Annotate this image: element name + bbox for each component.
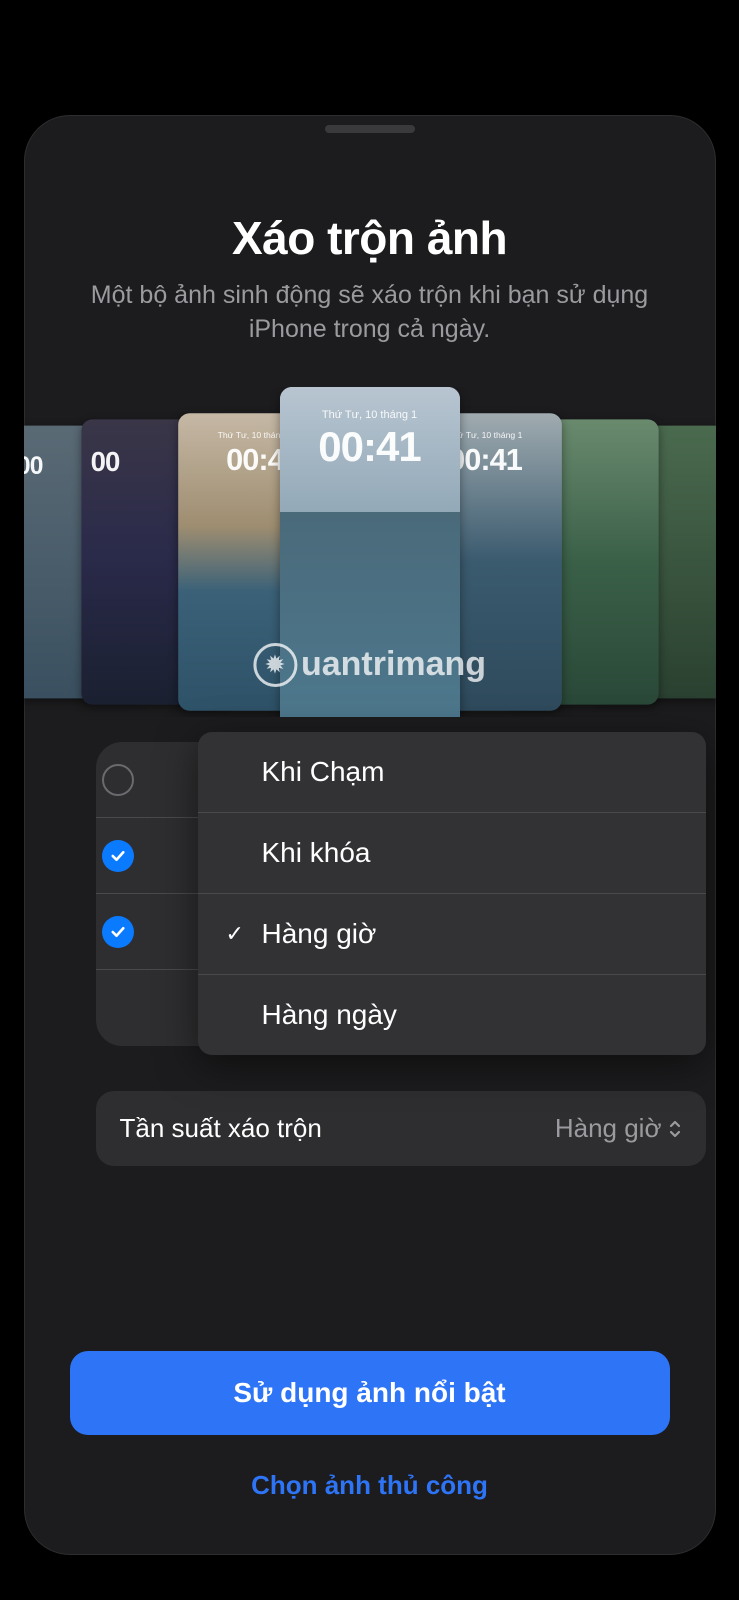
use-featured-photos-button[interactable]: Sử dụng ảnh nổi bật — [70, 1351, 670, 1435]
frequency-label: Tần suất xáo trộn — [120, 1113, 322, 1144]
choose-manually-link[interactable]: Chọn ảnh thủ công — [24, 1470, 716, 1501]
checkbox-checked-icon[interactable] — [102, 840, 134, 872]
checkmark-icon: ✓ — [226, 921, 248, 947]
phone-sheet: Xáo trộn ảnh Một bộ ảnh sinh động sẽ xáo… — [24, 115, 716, 1555]
bulb-icon: ✹ — [253, 643, 297, 687]
watermark: ✹ uantrimang — [253, 643, 486, 687]
popup-option-on-tap[interactable]: Khi Chạm — [198, 732, 706, 813]
popup-option-hourly[interactable]: ✓ Hàng giờ — [198, 894, 706, 975]
frequency-value: Hàng giờ — [555, 1113, 682, 1144]
page-subtitle: Một bộ ảnh sinh động sẽ xáo trộn khi bạn… — [46, 279, 694, 347]
checkbox-empty-icon[interactable] — [102, 764, 134, 796]
checkbox-checked-icon[interactable] — [102, 916, 134, 948]
page-title: Xáo trộn ảnh — [46, 211, 694, 265]
grabber-handle[interactable] — [325, 125, 415, 133]
chevron-up-down-icon — [668, 1118, 682, 1140]
frequency-popup: Khi Chạm Khi khóa ✓ Hàng giờ Hàng ngày — [198, 732, 706, 1055]
frequency-selector[interactable]: Tần suất xáo trộn Hàng giờ — [96, 1091, 706, 1166]
wallpaper-carousel[interactable]: 00 00 Thứ Tư, 10 tháng 1 00:4 Thứ Tư, 10… — [24, 387, 716, 717]
popup-option-on-lock[interactable]: Khi khóa — [198, 813, 706, 894]
popup-option-daily[interactable]: Hàng ngày — [198, 975, 706, 1055]
